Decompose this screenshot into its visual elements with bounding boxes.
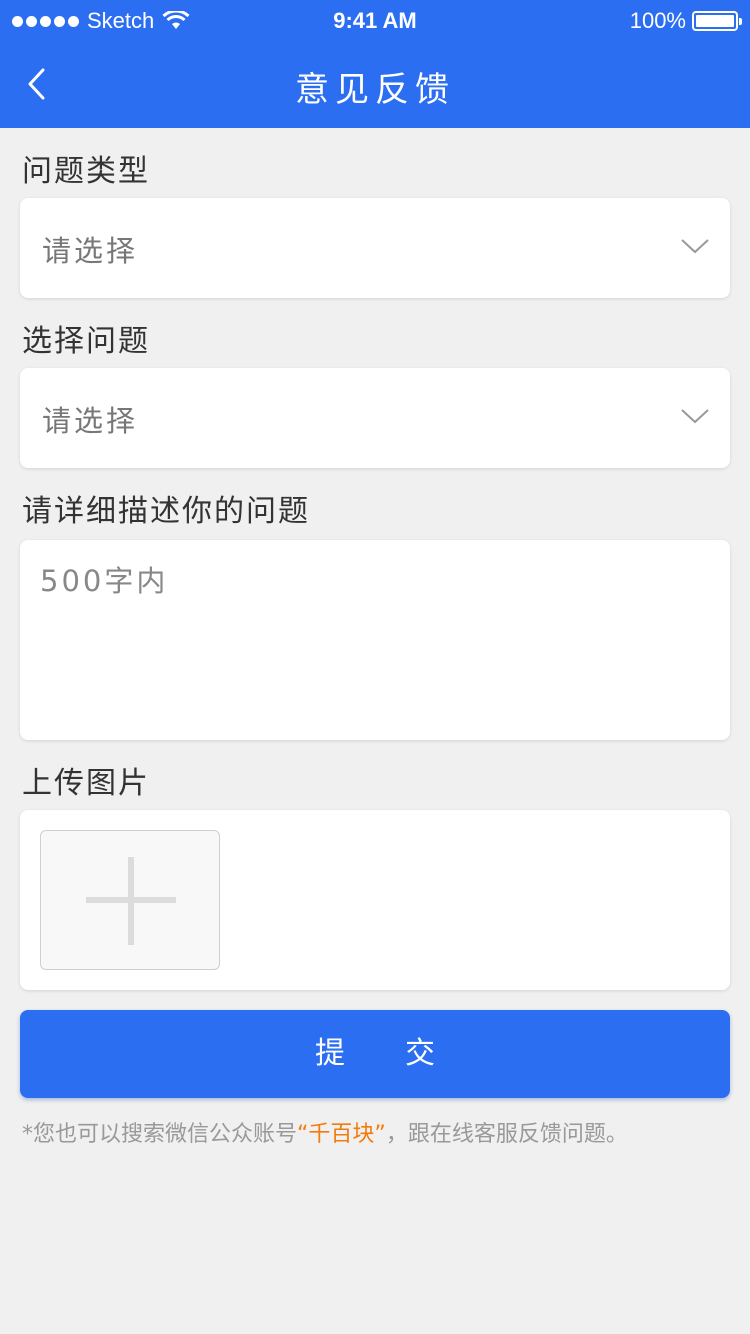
hint-suffix: ，跟在线客服反馈问题。	[385, 1122, 628, 1147]
problem-type-select[interactable]: 请选择	[20, 198, 730, 298]
hint-prefix: *您也可以搜索微信公众账号	[22, 1122, 298, 1147]
hint-text: *您也可以搜索微信公众账号“千百块”，跟在线客服反馈问题。	[22, 1116, 628, 1148]
select-problem-value: 请选择	[42, 404, 139, 438]
navigation-bar: 意见反馈	[0, 40, 750, 128]
page-title: 意见反馈	[295, 70, 455, 110]
battery-icon	[692, 11, 742, 31]
select-problem-select[interactable]: 请选择	[20, 368, 730, 468]
chevron-down-icon	[681, 239, 709, 254]
battery-percent: 100%	[629, 8, 686, 33]
add-image-button[interactable]	[40, 830, 220, 970]
status-bar: Sketch 9:41 AM 100%	[0, 0, 750, 40]
submit-button[interactable]: 提交	[20, 1010, 730, 1098]
chevron-down-icon	[681, 409, 709, 424]
problem-type-value: 请选择	[42, 234, 139, 268]
description-placeholder: 500字内	[40, 564, 169, 598]
upload-card	[20, 810, 730, 990]
status-right: 100%	[629, 8, 742, 34]
description-label: 请详细描述你的问题	[22, 494, 310, 529]
hint-account: “千百块”	[297, 1122, 386, 1147]
problem-type-label: 问题类型	[22, 154, 150, 189]
description-textarea[interactable]: 500字内	[20, 540, 730, 740]
upload-label: 上传图片	[22, 766, 150, 801]
select-problem-label: 选择问题	[22, 324, 150, 359]
